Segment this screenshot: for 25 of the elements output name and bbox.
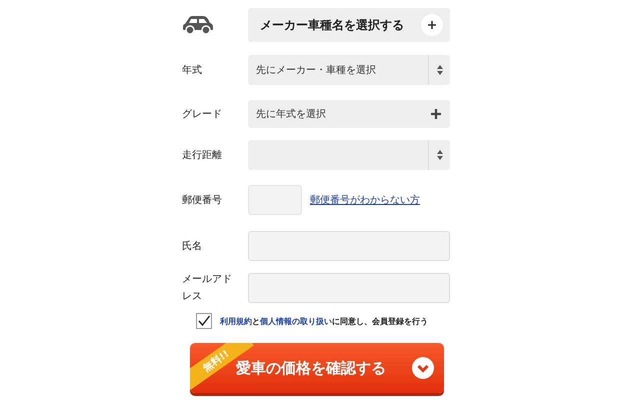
chevron-down-icon: [412, 357, 434, 379]
submit-button[interactable]: 愛車の価格を確認する 無料!!: [190, 343, 444, 393]
plus-icon: [421, 14, 443, 36]
field-label: グレード: [182, 108, 223, 122]
field-label: 走行距離: [182, 148, 223, 162]
updown-icon: [436, 64, 444, 76]
plus-icon: [430, 108, 442, 120]
select-field[interactable]: [248, 140, 450, 170]
zip-help-link[interactable]: 郵便番号がわからない方: [310, 193, 420, 207]
terms-link[interactable]: 個人情報の取り扱い: [260, 316, 332, 326]
field-label: メールアドレス: [182, 273, 233, 304]
grade-select-button[interactable]: 先に年式を選択: [248, 100, 450, 128]
input-field[interactable]: [248, 273, 450, 303]
input-field[interactable]: [248, 231, 450, 261]
checkbox[interactable]: [196, 313, 212, 329]
field-label: 郵便番号: [182, 194, 223, 208]
select-field[interactable]: 先にメーカー・車種を選択: [248, 55, 450, 85]
maker-select-button[interactable]: メーカー車種名を選択する: [248, 8, 450, 42]
input-field[interactable]: [248, 185, 302, 215]
updown-icon: [436, 149, 444, 161]
field-label: 氏名: [182, 240, 203, 254]
field-label: 年式: [182, 64, 203, 78]
terms-link[interactable]: 利用規約: [220, 316, 252, 326]
car-icon: [182, 15, 214, 35]
agreement-text: 利用規約と個人情報の取り扱いに同意し、会員登録を行う: [220, 316, 428, 326]
